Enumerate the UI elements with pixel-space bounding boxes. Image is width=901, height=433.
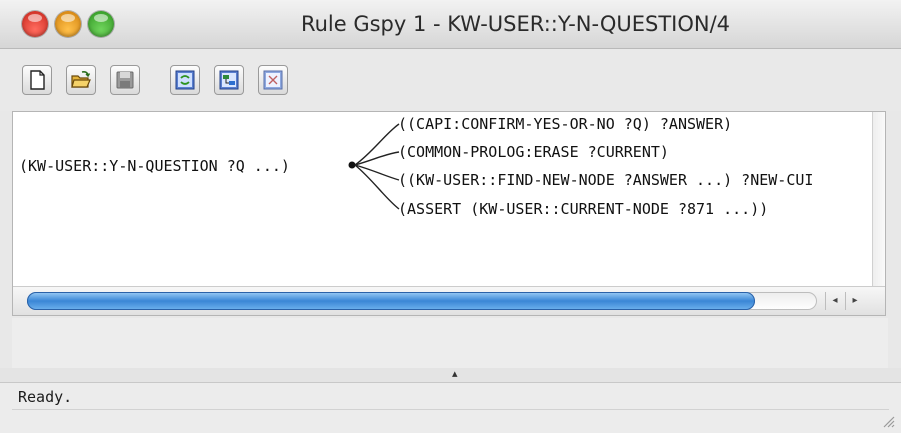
layout-graph-icon [219,70,239,90]
zoom-window-button[interactable] [88,11,114,37]
scroll-right-button[interactable]: ▸ [845,292,864,310]
open-folder-icon [71,71,91,88]
child-node[interactable]: ((KW-USER::FIND-NEW-NODE ?ANSWER ...) ?N… [398,171,813,189]
expand-graph-button[interactable] [258,65,288,95]
expand-graph-icon [263,70,283,90]
status-text: Ready. [18,388,73,406]
toolbar [0,49,901,111]
close-window-button[interactable] [22,11,48,37]
scroll-left-button[interactable]: ◂ [825,292,844,310]
horizontal-scrollbar[interactable]: ◂ ▸ [13,286,885,315]
edge-1 [354,151,400,166]
child-node[interactable]: (COMMON-PROLOG:ERASE ?CURRENT) [398,143,669,161]
child-node[interactable]: ((CAPI:CONFIRM-YES-OR-NO ?Q) ?ANSWER) [398,115,732,133]
title-bar[interactable]: Rule Gspy 1 - KW-USER::Y-N-QUESTION/4 [0,0,901,49]
minimize-window-button[interactable] [55,11,81,37]
refresh-graph-icon [175,70,195,90]
child-node[interactable]: (ASSERT (KW-USER::CURRENT-NODE ?871 ...)… [398,200,768,218]
status-divider [12,409,889,410]
layout-graph-button[interactable] [214,65,244,95]
open-button[interactable] [66,65,96,95]
window-title: Rule Gspy 1 - KW-USER::Y-N-QUESTION/4 [300,12,731,36]
root-node[interactable]: (KW-USER::Y-N-QUESTION ?Q ...) [19,157,290,175]
edge-0 [354,123,400,166]
status-bar: Ready. [0,382,901,433]
pane-splitter[interactable]: ▴ [0,367,901,382]
splitter-arrow-icon[interactable]: ▴ [452,367,458,380]
detail-pane[interactable] [12,318,888,370]
new-button[interactable] [22,65,52,95]
save-disk-icon [116,71,134,89]
edge-2 [354,164,400,181]
graph-pane[interactable]: (KW-USER::Y-N-QUESTION ?Q ...) ((CAPI:CO… [12,111,886,316]
graph-canvas[interactable]: (KW-USER::Y-N-QUESTION ?Q ...) ((CAPI:CO… [13,112,875,288]
root-node-dot [348,161,356,169]
vertical-scrollbar[interactable] [872,112,885,288]
save-button[interactable] [110,65,140,95]
new-document-icon [30,70,45,90]
refresh-graph-button[interactable] [170,65,200,95]
resize-grip-icon[interactable] [881,414,895,428]
gspy-window: Rule Gspy 1 - KW-USER::Y-N-QUESTION/4 (K… [0,0,901,433]
horizontal-scroll-thumb[interactable] [27,292,755,310]
